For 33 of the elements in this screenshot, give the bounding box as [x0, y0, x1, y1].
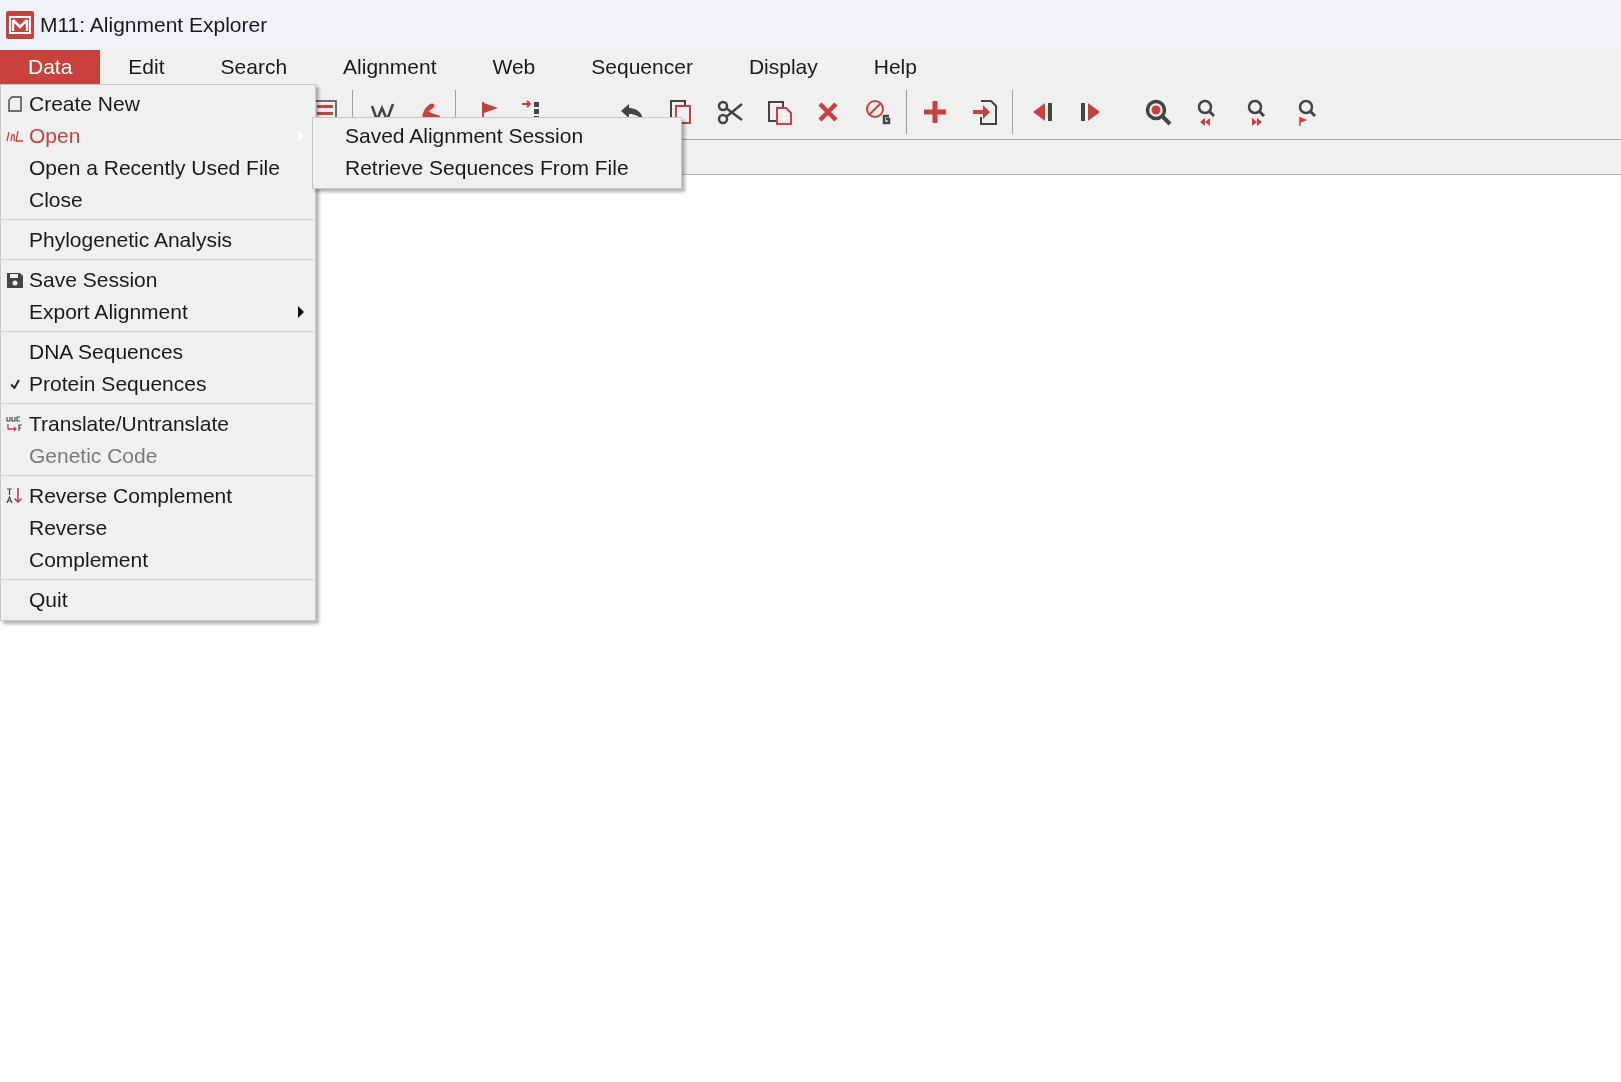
no-gap-icon[interactable] — [864, 97, 892, 126]
menu-item[interactable]: Data — [0, 50, 101, 84]
save-icon — [5, 270, 25, 290]
app-logo-icon — [6, 11, 34, 39]
menu-option[interactable]: Saved Alignment Session — [345, 124, 584, 148]
menu-item[interactable]: Edit — [100, 50, 193, 84]
search-icon[interactable] — [1144, 97, 1172, 126]
menu-option[interactable]: Complement — [29, 548, 149, 572]
menu-item[interactable]: Sequencer — [563, 50, 721, 84]
menu-option[interactable]: Protein Sequences — [29, 372, 207, 396]
menu-option[interactable]: Retrieve Sequences From File — [345, 156, 629, 180]
document-icon — [5, 94, 25, 114]
menu-option[interactable]: Create New — [29, 92, 140, 116]
menu-option[interactable]: DNA Sequences — [29, 340, 184, 364]
menu-option[interactable]: Phylogenetic Analysis — [29, 228, 233, 252]
menu-item[interactable]: Display — [720, 50, 846, 84]
menu-option[interactable]: Translate/Untranslate — [29, 412, 229, 436]
window-title: M11: Alignment Explorer — [40, 13, 268, 37]
translate-icon — [5, 414, 25, 434]
swap-down-icon — [5, 486, 25, 506]
menu-option[interactable]: Reverse Complement — [29, 484, 233, 508]
import-file-icon[interactable] — [971, 97, 999, 126]
menu-item[interactable]: Alignment — [315, 50, 465, 84]
menu-option[interactable]: Open — [29, 124, 81, 148]
menu-option[interactable]: Export Alignment — [29, 300, 188, 324]
menu-item[interactable]: Help — [845, 50, 945, 84]
menu-option[interactable]: Reverse — [29, 516, 108, 540]
menu-item[interactable]: Search — [192, 50, 316, 84]
menu-option[interactable]: Quit — [29, 588, 68, 612]
menu-option[interactable]: Save Session — [29, 268, 158, 292]
menu-item[interactable]: Web — [464, 50, 564, 84]
menu-option[interactable]: Open a Recently Used File — [29, 156, 280, 180]
menu-option[interactable]: Close — [29, 188, 83, 212]
